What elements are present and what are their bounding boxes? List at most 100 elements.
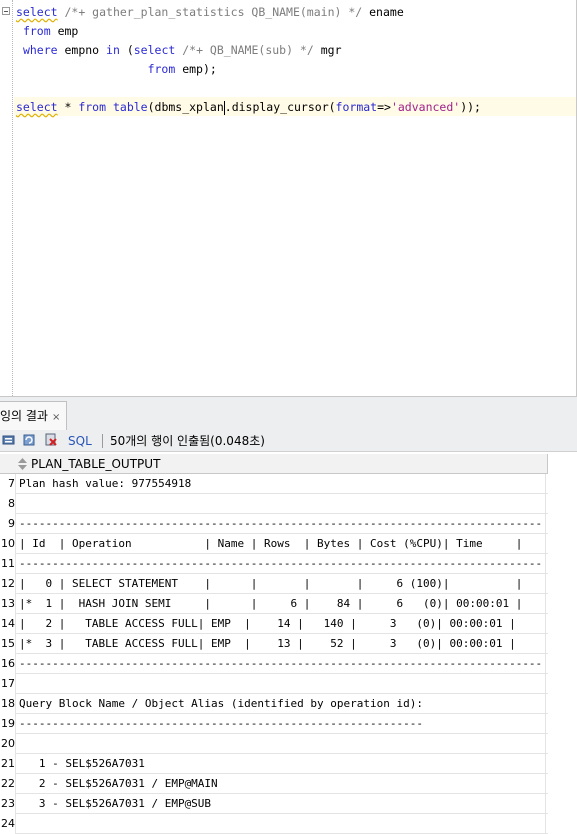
result-tab-strip: 잉의 결과 × xyxy=(0,396,577,430)
plan-output-cell[interactable] xyxy=(15,734,546,754)
toolbar-divider xyxy=(102,434,103,448)
tab-query-result[interactable]: 잉의 결과 × xyxy=(0,401,68,430)
plan-output-cell[interactable]: Query Block Name / Object Alias (identif… xyxy=(15,694,546,714)
code-line[interactable]: select * from table(dbms_xplan.display_c… xyxy=(16,98,481,117)
code-line[interactable]: where empno in (select /*+ QB_NAME(sub) … xyxy=(16,41,342,60)
table-row[interactable]: 20 xyxy=(0,734,548,754)
result-toolbar: SQL 50개의 행이 인출됨(0.048초) xyxy=(0,430,577,452)
row-number: 11 xyxy=(0,554,15,574)
gutter-guide xyxy=(12,0,13,396)
table-row[interactable]: 23 3 - SEL$526A7031 / EMP@SUB xyxy=(0,794,548,814)
row-number: 19 xyxy=(0,714,15,734)
result-grid[interactable]: 7 Plan hash value: 977554918 8 9 -----------… xyxy=(0,474,548,834)
table-row[interactable]: 22 2 - SEL$526A7031 / EMP@MAIN xyxy=(0,774,548,794)
code-token: from xyxy=(78,100,107,114)
plan-output-cell[interactable]: 3 - SEL$526A7031 / EMP@SUB xyxy=(15,794,546,814)
export-icon[interactable] xyxy=(44,433,58,447)
table-row[interactable]: 8 xyxy=(0,494,548,514)
row-number: 20 xyxy=(0,734,15,754)
grid-empty-area xyxy=(548,454,577,828)
row-number: 13 xyxy=(0,594,15,614)
close-icon[interactable]: × xyxy=(52,412,60,423)
code-line[interactable]: from emp); xyxy=(16,60,217,79)
plan-output-cell[interactable]: ----------------------------------------… xyxy=(15,514,546,534)
row-number: 10 xyxy=(0,534,15,554)
plan-output-cell[interactable] xyxy=(15,494,546,514)
row-number: 8 xyxy=(0,494,15,514)
plan-output-cell[interactable]: |* 3 | TABLE ACCESS FULL| EMP | 13 | 52 … xyxy=(15,634,546,654)
code-token: table xyxy=(112,100,148,114)
plan-output-cell[interactable] xyxy=(15,674,546,694)
table-row[interactable]: 10 | Id | Operation | Name | Rows | Bytes… xyxy=(0,534,548,554)
table-row[interactable]: 18 Query Block Name / Object Alias (ident… xyxy=(0,694,548,714)
row-number: 14 xyxy=(0,614,15,634)
grid-header: PLAN_TABLE_OUTPUT xyxy=(0,454,548,474)
row-number: 17 xyxy=(0,674,15,694)
code-token: emp); xyxy=(175,62,217,76)
code-token: /*+ QB_NAME(sub) */ xyxy=(182,43,314,57)
tab-label: 잉의 결과 xyxy=(0,409,48,423)
table-row[interactable]: 7 Plan hash value: 977554918 xyxy=(0,474,548,494)
row-number: 12 xyxy=(0,574,15,594)
table-row[interactable]: 17 xyxy=(0,674,548,694)
code-token: format xyxy=(335,100,378,114)
row-number: 15 xyxy=(0,634,15,654)
code-line[interactable]: select /*+ gather_plan_statistics QB_NAM… xyxy=(16,3,404,22)
code-token: mgr xyxy=(313,43,342,57)
plan-output-cell[interactable]: Plan hash value: 977554918 xyxy=(15,474,546,494)
sort-icon[interactable] xyxy=(18,458,27,470)
code-token: ename xyxy=(362,5,404,19)
row-number: 18 xyxy=(0,694,15,714)
code-token: .display_cursor( xyxy=(224,100,336,114)
code-token: emp xyxy=(50,24,79,38)
code-token: select xyxy=(133,43,176,57)
table-row[interactable]: 14 | 2 | TABLE ACCESS FULL| EMP | 14 | 14… xyxy=(0,614,548,634)
editor-gutter xyxy=(0,0,14,396)
code-token: select xyxy=(16,5,58,19)
table-row[interactable]: 24 xyxy=(0,814,548,834)
plan-output-cell[interactable]: 2 - SEL$526A7031 / EMP@MAIN xyxy=(15,774,546,794)
plan-output-cell[interactable]: ----------------------------------------… xyxy=(15,714,546,734)
table-row[interactable]: 19 --------------------------------------… xyxy=(0,714,548,734)
column-header-plan-table-output[interactable]: PLAN_TABLE_OUTPUT xyxy=(31,456,160,472)
table-row[interactable]: 13 |* 1 | HASH JOIN SEMI | | 6 | 84 | 6 (… xyxy=(0,594,548,614)
sql-link[interactable]: SQL xyxy=(68,433,92,449)
table-row[interactable]: 21 1 - SEL$526A7031 xyxy=(0,754,548,774)
row-number: 24 xyxy=(0,814,15,834)
table-row[interactable]: 15 |* 3 | TABLE ACCESS FULL| EMP | 13 | 5… xyxy=(0,634,548,654)
refresh-icon[interactable] xyxy=(22,433,36,447)
code-token: /*+ gather_plan_statistics QB_NAME(main)… xyxy=(64,5,363,19)
plan-output-cell[interactable]: |* 1 | HASH JOIN SEMI | | 6 | 84 | 6 (0)… xyxy=(15,594,546,614)
code-token: (dbms_xplan xyxy=(147,100,224,114)
code-token: => xyxy=(377,100,391,114)
row-number: 23 xyxy=(0,794,15,814)
table-row[interactable]: 12 | 0 | SELECT STATEMENT | | | | 6 (100)… xyxy=(0,574,548,594)
sql-editor[interactable]: select /*+ gather_plan_statistics QB_NAM… xyxy=(0,0,577,396)
plan-output-cell[interactable]: | Id | Operation | Name | Rows | Bytes |… xyxy=(15,534,546,554)
plan-output-cell[interactable]: ----------------------------------------… xyxy=(15,654,546,674)
row-number: 21 xyxy=(0,754,15,774)
code-line[interactable]: from emp xyxy=(16,22,78,41)
code-token: select xyxy=(16,100,58,114)
plan-output-cell[interactable]: | 2 | TABLE ACCESS FULL| EMP | 14 | 140 … xyxy=(15,614,546,634)
fetch-status: 50개의 행이 인출됨(0.048초) xyxy=(110,434,265,448)
code-token: 'advanced' xyxy=(390,100,461,114)
code-token: empno xyxy=(57,43,107,57)
code-token: from xyxy=(22,24,51,38)
fold-collapse-icon[interactable] xyxy=(2,7,10,15)
table-row[interactable]: 16 --------------------------------------… xyxy=(0,654,548,674)
plan-output-cell[interactable]: ----------------------------------------… xyxy=(15,554,546,574)
code-token: * xyxy=(57,100,79,114)
query-result-panel: 잉의 결과 × SQL 50개의 행이 인출됨(0.048초) PLAN_TABL… xyxy=(0,396,577,834)
row-number: 9 xyxy=(0,514,15,534)
pin-icon[interactable] xyxy=(2,433,16,447)
code-token: ( xyxy=(119,43,134,57)
code-token: )); xyxy=(460,100,481,114)
table-row[interactable]: 9 ---------------------------------------… xyxy=(0,514,548,534)
plan-output-cell[interactable]: 1 - SEL$526A7031 xyxy=(15,754,546,774)
table-row[interactable]: 11 --------------------------------------… xyxy=(0,554,548,574)
code-token: in xyxy=(106,43,120,57)
plan-output-cell[interactable] xyxy=(15,814,546,834)
plan-output-cell[interactable]: | 0 | SELECT STATEMENT | | | | 6 (100)| … xyxy=(15,574,546,594)
